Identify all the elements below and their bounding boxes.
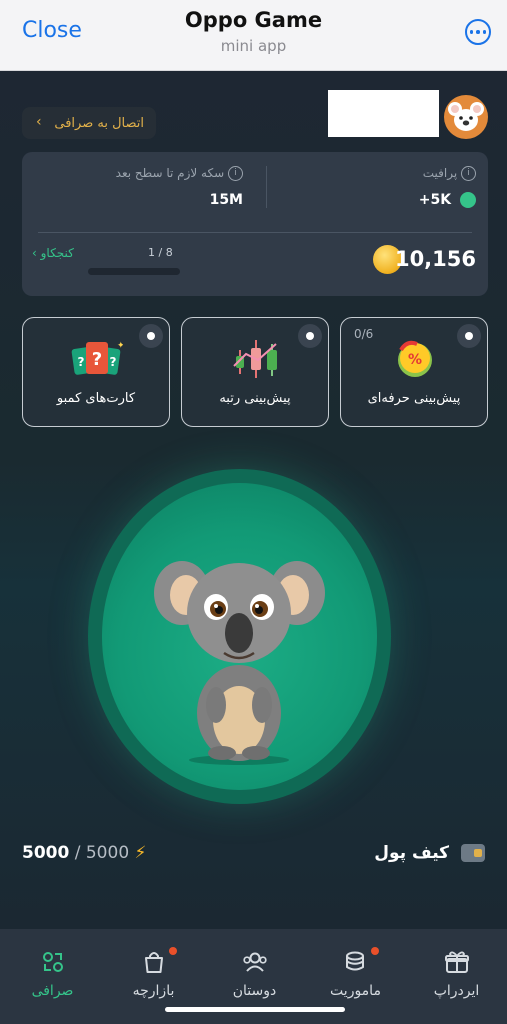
level-progress-bar: [88, 268, 180, 275]
nav-label-exchange: صرافی: [31, 983, 74, 999]
coins-stack-icon: [346, 951, 364, 971]
wallet-icon: [461, 844, 485, 862]
info-icon[interactable]: i: [228, 166, 243, 181]
home-indicator: [165, 1007, 345, 1012]
percent-badge-icon: %: [398, 340, 432, 377]
svg-text:?: ?: [110, 355, 117, 369]
rank-prediction-card[interactable]: پیش‌بینی رتبه: [181, 317, 329, 427]
combo-cards-label: کارت‌های کمبو: [56, 391, 136, 406]
koala-coin-icon: [460, 192, 476, 208]
lightning-icon: ⚡: [134, 843, 147, 863]
avatar[interactable]: [444, 95, 488, 139]
candlestick-chart-icon: [233, 340, 277, 378]
level-link[interactable]: ‹ کنجکاو: [32, 246, 74, 260]
next-level-label: سکه لازم تا سطح بعد: [115, 166, 225, 180]
nav-label-friends: دوستان: [232, 983, 277, 999]
status-dot: [139, 324, 163, 348]
level-name: کنجکاو: [40, 246, 74, 260]
nav-label-missions: ماموریت: [330, 983, 381, 999]
tap-area: [102, 483, 377, 790]
friends-icon: [243, 952, 267, 972]
stats-card: پرافیت i +5K سکه لازم تا سطح بعد i 15M ‹…: [22, 152, 488, 296]
combo-cards-card[interactable]: ? ? ? ✦ کارت‌های کمبو: [22, 317, 170, 427]
nav-label-market: بازارچه: [132, 983, 175, 999]
nav-label-airdrop: ایردراپ: [433, 983, 480, 999]
chevron-left-icon: ‹: [36, 114, 42, 130]
divider: [38, 232, 472, 233]
shopping-bag-icon: [145, 952, 163, 973]
divider: [266, 166, 267, 208]
exchange-icon: [43, 952, 63, 972]
svg-text:%: %: [408, 352, 422, 368]
pro-prediction-card[interactable]: 0/6 % پیش‌بینی حرفه‌ای: [340, 317, 488, 427]
coin-balance: 10,156: [394, 247, 476, 271]
nav-item-friends[interactable]: دوستان: [204, 929, 305, 1009]
tap-koala-button[interactable]: [88, 469, 391, 804]
nav-item-market[interactable]: بازارچه: [103, 929, 204, 1009]
nav-item-exchange[interactable]: صرافی: [2, 929, 103, 1009]
profit-label-row: پرافیت i: [423, 166, 476, 181]
mystery-cards-icon: ? ? ? ✦: [71, 341, 123, 375]
username-box: [328, 90, 439, 137]
chevron-left-icon: ‹: [32, 246, 37, 260]
next-level-value: 15M: [209, 192, 243, 208]
wallet-label: کیف پول: [374, 843, 450, 863]
notification-badge: [169, 947, 177, 955]
level-count: 1 / 8: [148, 246, 173, 259]
svg-text:?: ?: [92, 349, 102, 370]
svg-text:✦: ✦: [117, 341, 123, 351]
pro-prediction-label: پیش‌بینی حرفه‌ای: [367, 391, 461, 406]
profit-value-row: +5K: [419, 192, 476, 208]
nav-item-airdrop[interactable]: ایردراپ: [406, 929, 507, 1009]
wallet-button[interactable]: کیف پول: [374, 843, 485, 863]
connect-exchange-button[interactable]: ‹ اتصال به صرافی: [22, 107, 156, 139]
pro-prediction-count: 0/6: [354, 327, 374, 341]
more-options-icon[interactable]: [465, 19, 491, 45]
info-icon[interactable]: i: [461, 166, 476, 181]
connect-exchange-label: اتصال به صرافی: [54, 115, 144, 131]
rank-prediction-label: پیش‌بینی رتبه: [219, 391, 291, 406]
svg-text:?: ?: [78, 355, 85, 369]
app-subtitle: mini app: [220, 37, 287, 55]
main-content: ‹ اتصال به صرافی پرافیت i +5K سکه لازم ت…: [0, 71, 507, 929]
gift-icon: [445, 951, 469, 973]
energy-max: / 5000: [74, 843, 130, 863]
notification-badge: [371, 947, 379, 955]
mini-app-header: Close Oppo Game mini app: [0, 0, 507, 71]
energy-current: 5000: [22, 843, 70, 863]
profit-label: پرافیت: [422, 166, 458, 180]
next-level-label-row: سکه لازم تا سطح بعد i: [116, 166, 243, 181]
status-dot: [457, 324, 481, 348]
app-title: Oppo Game: [184, 8, 323, 32]
status-dot: [298, 324, 322, 348]
nav-item-missions[interactable]: ماموریت: [305, 929, 406, 1009]
profit-value: +5K: [418, 192, 452, 208]
energy-row: 5000 / 5000 ⚡: [22, 843, 146, 863]
koala-character: [154, 561, 325, 765]
